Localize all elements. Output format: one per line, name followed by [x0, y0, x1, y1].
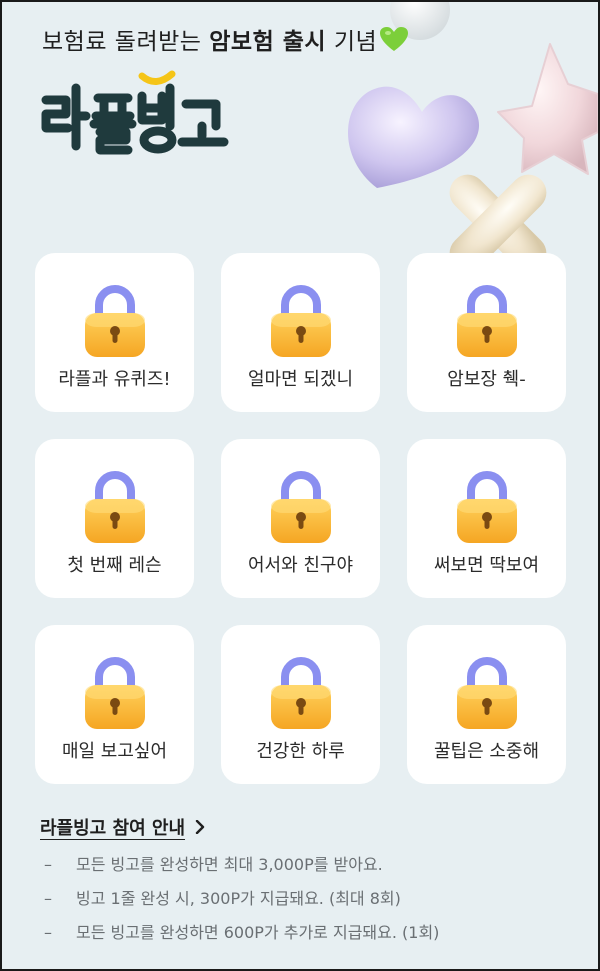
bingo-cell[interactable]: 꿀팁은 소중해 — [407, 625, 566, 784]
lock-icon — [270, 657, 331, 729]
lock-icon — [84, 657, 145, 729]
participation-guide-list: – 모든 빙고를 완성하면 최대 3,000P를 받아요. – 빙고 1줄 완성 시… — [44, 848, 439, 950]
star-shape — [497, 43, 598, 175]
bingo-cell[interactable]: 얼마면 되겠니 — [221, 253, 380, 412]
bingo-cell-label: 건강한 하루 — [256, 741, 345, 762]
lock-icon — [456, 471, 517, 543]
promo-headline: 보험료 돌려받는 암보험 출시 기념 — [42, 22, 409, 58]
bingo-cell[interactable]: 써보면 딱보여 — [407, 439, 566, 598]
bingo-cell[interactable]: 암보장 췍- — [407, 253, 566, 412]
bingo-cell-label: 어서와 친구야 — [247, 555, 354, 576]
heart-shape — [348, 86, 480, 188]
lock-icon — [84, 285, 145, 357]
bingo-cell-label: 써보면 딱보여 — [433, 555, 540, 576]
bingo-cell[interactable]: 매일 보고싶어 — [35, 625, 194, 784]
headline-prefix: 보험료 돌려받는 — [42, 29, 202, 55]
raffle-bingo-logo — [41, 70, 229, 155]
bingo-cell-label: 첫 번째 레슨 — [67, 555, 162, 576]
bullet-dash: – — [44, 889, 52, 908]
headline-suffix: 기념 — [333, 29, 378, 55]
bingo-cell-label: 매일 보고싶어 — [61, 741, 168, 762]
guide-item-text: 빙고 1줄 완성 시, 300P가 지급돼요. (최대 8회) — [76, 889, 401, 908]
bullet-dash: – — [44, 923, 52, 942]
bingo-cell-label: 암보장 췍- — [447, 369, 526, 390]
green-heart-icon — [379, 26, 409, 58]
lock-icon — [456, 285, 517, 357]
headline-bold: 암보험 출시 — [209, 29, 327, 55]
bingo-cell[interactable]: 어서와 친구야 — [221, 439, 380, 598]
lock-icon — [456, 657, 517, 729]
bingo-page: 보험료 돌려받는 암보험 출시 기념 라플과 유퀴즈! 얼마면 되겠니 암보장 … — [0, 0, 600, 971]
bingo-cell[interactable]: 첫 번째 레슨 — [35, 439, 194, 598]
bullet-dash: – — [44, 855, 52, 874]
guide-item-text: 모든 빙고를 완성하면 600P가 추가로 지급돼요. (1회) — [76, 923, 440, 942]
guide-item: – 빙고 1줄 완성 시, 300P가 지급돼요. (최대 8회) — [44, 882, 439, 916]
chevron-right-icon — [195, 820, 205, 834]
bingo-grid: 라플과 유퀴즈! 얼마면 되겠니 암보장 췍- 첫 번째 레슨 어서와 친구야 … — [35, 253, 566, 784]
lock-icon — [84, 471, 145, 543]
guide-item: – 모든 빙고를 완성하면 600P가 추가로 지급돼요. (1회) — [44, 916, 439, 950]
x-shape — [449, 174, 547, 262]
guide-item: – 모든 빙고를 완성하면 최대 3,000P를 받아요. — [44, 848, 439, 882]
bingo-cell-label: 라플과 유퀴즈! — [58, 369, 171, 390]
bingo-cell-label: 얼마면 되겠니 — [247, 369, 354, 390]
bingo-cell[interactable]: 건강한 하루 — [221, 625, 380, 784]
bingo-cell-label: 꿀팁은 소중해 — [433, 741, 540, 762]
bingo-cell[interactable]: 라플과 유퀴즈! — [35, 253, 194, 412]
lock-icon — [270, 471, 331, 543]
participation-guide-title: 라플빙고 참여 안내 — [40, 818, 186, 839]
guide-item-text: 모든 빙고를 완성하면 최대 3,000P를 받아요. — [76, 855, 383, 874]
participation-guide-link[interactable]: 라플빙고 참여 안내 — [40, 814, 205, 840]
lock-icon — [270, 285, 331, 357]
